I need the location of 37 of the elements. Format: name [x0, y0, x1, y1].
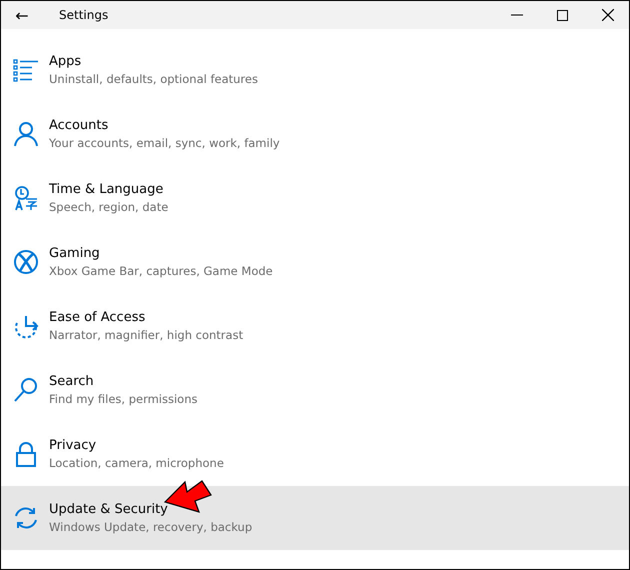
clock-letter-icon: [13, 185, 39, 211]
item-title: Privacy: [49, 438, 98, 453]
item-description: Find my files, permissions: [49, 392, 198, 406]
settings-item[interactable]: Privacy Location, camera, microphone: [1, 422, 629, 486]
back-button[interactable]: ←: [1, 1, 43, 29]
search-icon: [13, 377, 39, 403]
settings-item[interactable]: Gaming Xbox Game Bar, captures, Game Mode: [1, 230, 629, 294]
item-title: Ease of Access: [49, 310, 146, 325]
list-icon: [13, 57, 39, 83]
maximize-icon[interactable]: [557, 10, 568, 20]
minimize-icon[interactable]: [511, 14, 523, 16]
item-title: Accounts: [49, 118, 110, 133]
close-icon[interactable]: [602, 9, 614, 21]
item-description: Uninstall, defaults, optional features: [49, 72, 258, 86]
settings-item[interactable]: Apps Uninstall, defaults, optional features: [1, 38, 629, 102]
item-description: Speech, region, date: [49, 200, 168, 214]
item-title: Time & Language: [49, 182, 164, 197]
ease-of-access-icon: [13, 313, 39, 339]
settings-item[interactable]: Ease of Access Narrator, magnifier, high contrast: [1, 294, 629, 358]
item-title: Update & Security: [49, 502, 169, 517]
item-title: Apps: [49, 54, 82, 69]
item-title: Gaming: [49, 246, 101, 261]
item-description: Location, camera, microphone: [49, 456, 224, 470]
sync-icon: [13, 505, 39, 531]
item-description: Windows Update, recovery, backup: [49, 520, 252, 534]
item-description: Xbox Game Bar, captures, Game Mode: [49, 264, 273, 278]
xbox-icon: [13, 249, 39, 275]
item-title: Search: [49, 374, 95, 389]
settings-item[interactable]: Time & Language Speech, region, date: [1, 166, 629, 230]
lock-icon: [13, 441, 39, 467]
settings-item[interactable]: Search Find my files, permissions: [1, 358, 629, 422]
item-description: Your accounts, email, sync, work, family: [49, 136, 280, 150]
window-title: Settings: [59, 8, 110, 22]
item-description: Narrator, magnifier, high contrast: [49, 328, 244, 342]
settings-item[interactable]: Update & Security Windows Update, recovery, backup: [1, 486, 629, 550]
person-icon: [13, 121, 39, 147]
settings-item[interactable]: Accounts Your accounts, email, sync, work, family: [1, 102, 629, 166]
